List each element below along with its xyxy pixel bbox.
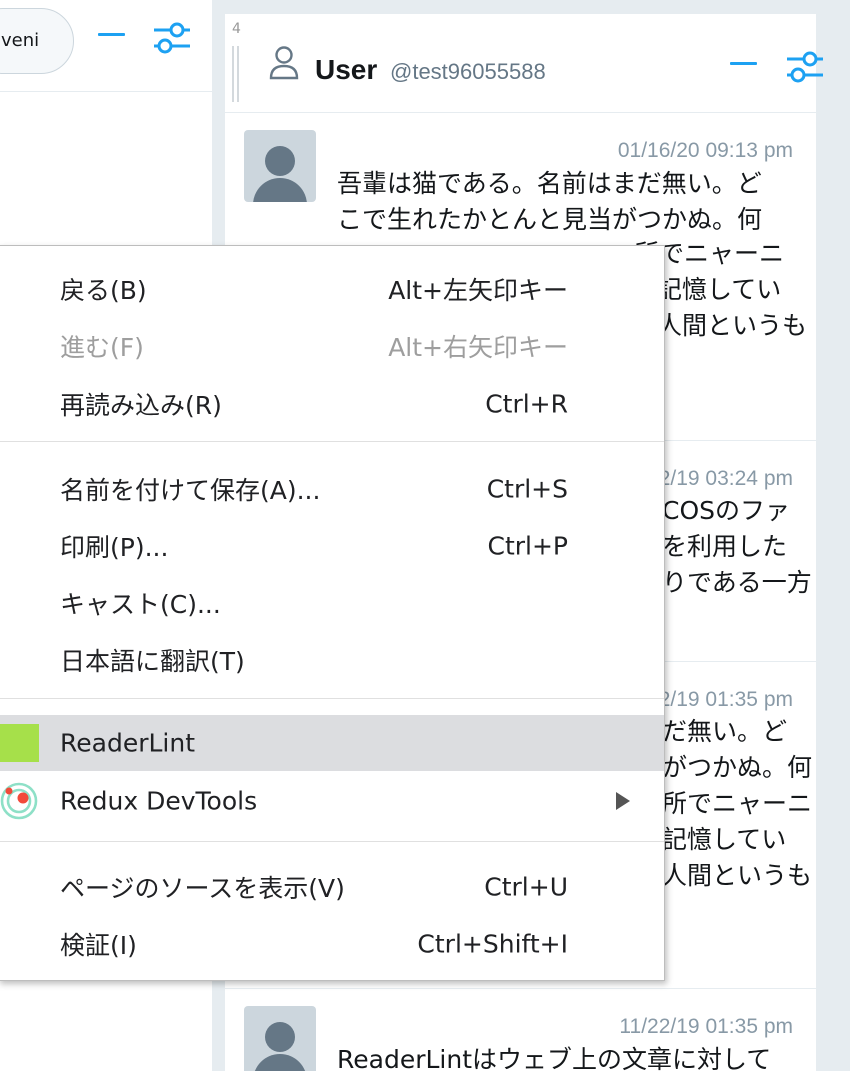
column-title: User	[315, 54, 378, 85]
menu-item-label: 印刷(P)...	[60, 533, 169, 562]
menu-separator	[0, 441, 664, 442]
menu-item-back[interactable]: 戻る(B) Alt+左矢印キー	[0, 261, 664, 317]
left-search-input[interactable]: veni	[0, 8, 74, 74]
menu-item-label: 日本語に翻訳(T)	[60, 647, 245, 676]
tweet-time[interactable]: 01/16/20 09:13 pm	[618, 139, 793, 163]
drag-handle[interactable]	[232, 46, 234, 102]
tweet-time[interactable]: 22/19 03:24 pm	[647, 467, 793, 491]
tweet-line: こで生れたかとんと見当がつかぬ。何	[337, 205, 763, 234]
tweet-line: 所でニャーニ	[662, 789, 813, 818]
tweet-text-fragment: だ無い。ど がつかぬ。何 所でニャーニ 記憶してい 人間というも	[662, 714, 812, 894]
left-collapse-icon[interactable]	[98, 33, 125, 36]
menu-item-label: Redux DevTools	[60, 786, 258, 816]
tweet-line: を利用した	[662, 532, 788, 561]
tweet-line: 人間というも	[657, 311, 808, 340]
menu-item-inspect[interactable]: 検証(I) Ctrl+Shift+I	[0, 916, 664, 972]
menu-item-redux-devtools[interactable]: Redux DevTools	[0, 773, 664, 829]
menu-item-save-as[interactable]: 名前を付けて保存(A)... Ctrl+S	[0, 461, 664, 517]
tweet-time[interactable]: 22/19 01:35 pm	[647, 688, 793, 712]
tweet-text-fragment: 人間というも	[657, 308, 807, 344]
left-settings-icon[interactable]	[153, 20, 191, 56]
tweet-item[interactable]: 11/22/19 01:35 pm ReaderLintはウェブ上の文章に対して	[225, 989, 816, 1071]
avatar[interactable]	[244, 130, 316, 202]
column-handle: @test96055588	[390, 59, 546, 84]
menu-item-shortcut: Alt+右矢印キー	[388, 333, 568, 362]
collapse-icon[interactable]	[730, 62, 757, 65]
menu-item-shortcut: Alt+左矢印キー	[388, 276, 568, 305]
tweet-line: 記憶してい	[662, 825, 787, 854]
menu-item-view-source[interactable]: ページのソースを表示(V) Ctrl+U	[0, 859, 664, 915]
menu-item-reload[interactable]: 再読み込み(R) Ctrl+R	[0, 376, 664, 432]
tweet-line: ReaderLintはウェブ上の文章に対して	[337, 1045, 772, 1071]
menu-item-shortcut: Ctrl+Shift+I	[417, 929, 568, 959]
menu-separator	[0, 841, 664, 842]
menu-item-label: ReaderLint	[60, 728, 195, 758]
menu-item-cast[interactable]: キャスト(C)...	[0, 575, 664, 631]
menu-separator	[0, 698, 664, 699]
tweet-time[interactable]: 11/22/19 01:35 pm	[619, 1015, 793, 1039]
menu-item-shortcut: Ctrl+R	[485, 389, 568, 419]
drag-handle-line	[237, 46, 239, 102]
redux-devtools-icon	[0, 782, 38, 820]
menu-item-label: 再読み込み(R)	[60, 391, 222, 420]
menu-item-label: キャスト(C)...	[60, 590, 221, 619]
menu-item-label: 戻る(B)	[60, 276, 147, 305]
tweet-text-fragment: COSのファ を利用した りである一方	[662, 493, 812, 601]
tweet-line: だ無い。ど	[662, 717, 788, 746]
readerlint-icon	[0, 724, 39, 762]
tweet-line: がつかぬ。何	[662, 753, 813, 782]
tweet-line: COSのファ	[662, 496, 791, 525]
tweet-line: りである一方	[662, 568, 812, 597]
menu-item-translate[interactable]: 日本語に翻訳(T)	[0, 632, 664, 688]
tweet-line: 人間というも	[662, 861, 813, 890]
menu-item-readerlint[interactable]: ReaderLint	[0, 715, 664, 771]
left-column-header: veni	[0, 0, 212, 92]
menu-item-print[interactable]: 印刷(P)... Ctrl+P	[0, 518, 664, 574]
column-header: 4 User @test96055588	[225, 14, 823, 113]
user-icon	[269, 46, 299, 80]
context-menu: 戻る(B) Alt+左矢印キー 進む(F) Alt+右矢印キー 再読み込み(R)…	[0, 245, 665, 981]
menu-item-shortcut: Ctrl+S	[486, 474, 568, 504]
menu-item-label: ページのソースを表示(V)	[60, 874, 345, 903]
next-column-edge	[850, 0, 858, 1071]
tweet-line: 吾輩は猫である。名前はまだ無い。ど	[337, 169, 762, 198]
submenu-arrow-icon	[616, 792, 630, 810]
menu-item-label: 進む(F)	[60, 333, 144, 362]
menu-item-label: 名前を付けて保存(A)...	[60, 476, 321, 505]
settings-icon[interactable]	[786, 49, 824, 85]
menu-item-label: 検証(I)	[60, 931, 137, 960]
tweet-text: ReaderLintはウェブ上の文章に対して	[337, 1042, 817, 1071]
menu-item-shortcut: Ctrl+U	[484, 872, 568, 902]
menu-item-forward[interactable]: 進む(F) Alt+右矢印キー	[0, 318, 664, 374]
tweet-line: 記憶してい	[657, 275, 782, 304]
column-index: 4	[232, 21, 241, 37]
menu-item-shortcut: Ctrl+P	[487, 531, 568, 561]
tweet-text-fragment: 記憶してい	[657, 272, 781, 308]
avatar[interactable]	[244, 1006, 316, 1071]
